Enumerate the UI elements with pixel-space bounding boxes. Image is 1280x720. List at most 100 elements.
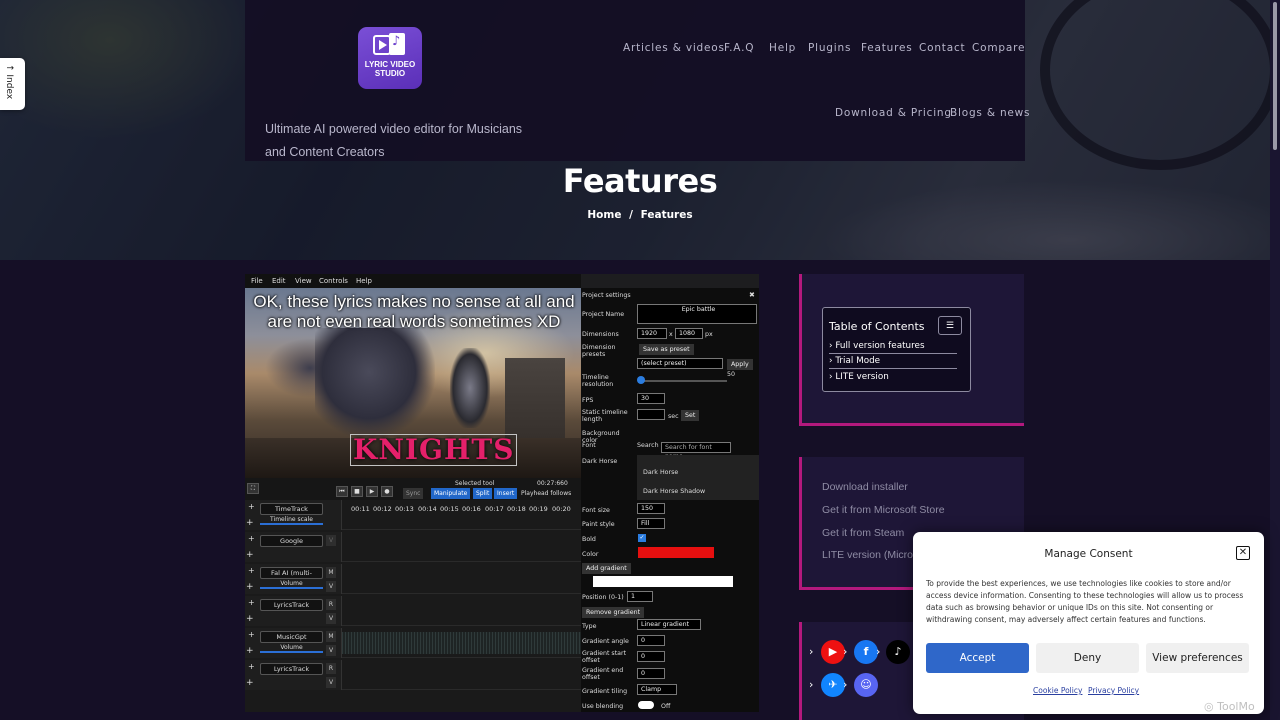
track-name: TimeTrack: [260, 503, 323, 515]
gradient-type-select: Linear gradient: [637, 619, 701, 630]
view-preferences-button[interactable]: View preferences: [1146, 643, 1249, 673]
consent-message: To provide the best experiences, we use …: [926, 579, 1244, 624]
transport-bar: ⛶ ⏮ ■ ▶ ● Sync Selected tool 00:27:660 M…: [245, 478, 581, 500]
video-preview: OK, these lyrics makes no sense at all a…: [245, 288, 581, 478]
scrollbar-thumb[interactable]: [1273, 2, 1277, 150]
nav-articles[interactable]: Articles & videos: [623, 42, 725, 54]
prop-label: Gradient angle: [582, 638, 629, 645]
accept-button[interactable]: Accept: [926, 643, 1029, 673]
toc-item[interactable]: LITE version: [829, 372, 957, 384]
prop-label: Gradient start offset: [582, 650, 627, 664]
prop-label: Static timeline length: [582, 409, 628, 423]
index-tab-label: ↑ Index: [4, 64, 14, 100]
close-icon[interactable]: ✕: [1236, 546, 1250, 560]
audio-waveform: [342, 632, 581, 654]
prop-label: Off: [661, 703, 671, 710]
site-tagline: Ultimate AI powered video editor for Mus…: [265, 122, 523, 159]
track-sub: Volume: [260, 579, 323, 589]
site-logo[interactable]: LYRIC VIDEO STUDIO: [358, 27, 422, 89]
download-installer-link[interactable]: Download installer: [822, 481, 908, 493]
track-name: LyricsTrack: [260, 599, 323, 611]
page-scrollbar[interactable]: [1270, 0, 1280, 720]
menu-view: View: [295, 277, 312, 285]
privacy-policy-link[interactable]: Privacy Policy: [1088, 686, 1139, 695]
record-icon: ●: [381, 486, 393, 497]
playhead-time: 00:27:660: [537, 480, 568, 487]
nav-plugins[interactable]: Plugins: [808, 42, 851, 54]
prop-label: Dimension presets: [582, 344, 616, 358]
blend-toggle: [638, 701, 654, 709]
toc-toggle-icon[interactable]: ☰: [938, 316, 962, 335]
tool-insert: Insert: [494, 488, 518, 499]
prop-label: Dark Horse: [582, 458, 618, 465]
bluesky-icon[interactable]: ✈: [821, 673, 845, 697]
consent-title: Manage Consent: [1044, 548, 1133, 560]
index-tab[interactable]: ↑ Index: [0, 58, 25, 110]
track-name: MusicGpt: [260, 631, 323, 643]
deny-button[interactable]: Deny: [1036, 643, 1139, 673]
track-falai: + + Fal AI (multi- Volume M V: [245, 564, 581, 594]
track-side-btn: R: [326, 663, 336, 674]
editor-screenshot: File Edit View Controls Help OK, these l…: [245, 274, 759, 712]
knight-figure: [450, 348, 490, 428]
project-name-field: Epic battle: [637, 304, 757, 324]
font-search-field: Search for font name: [661, 442, 731, 460]
properties-panel: Project settings ✖ Project Name Epic bat…: [581, 288, 759, 712]
prop-label: Use blending: [582, 703, 624, 710]
nav-faq[interactable]: F.A.Q: [724, 42, 754, 54]
tool-split: Split: [473, 488, 493, 499]
props-close-icon: ✖: [749, 291, 755, 299]
props-header: Project settings: [582, 292, 631, 299]
toc-item[interactable]: Full version features: [829, 341, 957, 354]
track-musicgpt: + + MusicGpt Volume M V: [245, 628, 581, 658]
track-name: Google: [260, 535, 323, 547]
menu-controls: Controls: [319, 277, 348, 285]
chevron-right-icon: ›: [876, 645, 881, 658]
toc-item[interactable]: Trial Mode: [829, 356, 957, 369]
youtube-icon[interactable]: ▶: [821, 640, 845, 664]
cookie-policy-link[interactable]: Cookie Policy: [1033, 686, 1082, 695]
toc-title: Table of Contents: [829, 320, 925, 333]
prop-label: Font: [582, 442, 596, 449]
selected-tool-label: Selected tool: [455, 480, 495, 487]
gradient-bar: [593, 576, 733, 587]
gradient-start-field: 0: [637, 651, 665, 662]
logo-icon: [371, 33, 409, 57]
timeline: 00:11 00:12 00:13 00:14 00:15 00:16 00:1…: [245, 500, 581, 712]
slider-thumb: [637, 376, 645, 384]
dragon-figure: [315, 328, 435, 438]
track-side-btn: V: [326, 677, 336, 688]
lyrics-overlay: OK, these lyrics makes no sense at all a…: [253, 292, 575, 331]
microsoft-store-link[interactable]: Get it from Microsoft Store: [822, 504, 945, 516]
nav-compare[interactable]: Compare: [972, 42, 1025, 54]
track-side-btn: V: [326, 645, 336, 656]
gradient-end-field: 0: [637, 668, 665, 679]
page-title: Features: [562, 162, 718, 200]
breadcrumb-home[interactable]: Home: [587, 209, 621, 221]
nav-download-pricing[interactable]: Download & Pricing: [835, 107, 952, 119]
preset-select: (select preset): [637, 358, 723, 369]
menu-file: File: [251, 277, 263, 285]
play-icon: ▶: [366, 486, 378, 497]
chevron-right-icon: ›: [843, 645, 848, 658]
track-side-btn: R: [326, 599, 336, 610]
nav-contact[interactable]: Contact: [919, 42, 965, 54]
height-field: 1080: [675, 328, 703, 339]
apply-button: Apply: [727, 359, 753, 370]
prop-label: sec: [668, 413, 679, 420]
prop-label: Color: [582, 551, 599, 558]
breadcrumb: Home / Features: [0, 209, 1280, 221]
facebook-icon[interactable]: f: [854, 640, 878, 664]
nav-features[interactable]: Features: [861, 42, 913, 54]
chevron-right-icon: ›: [809, 645, 814, 658]
tiktok-icon[interactable]: ♪: [886, 640, 910, 664]
track-name: Fal AI (multi-: [260, 567, 323, 579]
prop-label: Bold: [582, 536, 596, 543]
prop-label: Gradient tiling: [582, 688, 628, 695]
playhead-follows: Playhead follows: [521, 490, 572, 497]
discord-icon[interactable]: ☺: [854, 673, 878, 697]
steam-link[interactable]: Get it from Steam: [822, 527, 904, 539]
nav-blogs[interactable]: Blogs & news: [950, 107, 1030, 119]
table-of-contents: Table of Contents ☰ Full version feature…: [822, 307, 971, 392]
nav-help[interactable]: Help: [769, 42, 796, 54]
